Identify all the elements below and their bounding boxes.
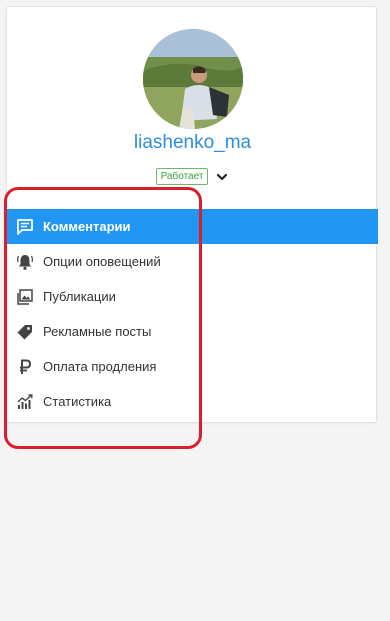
profile-card: liashenko_ma Работает Комментарии Опции … bbox=[6, 6, 378, 423]
bell-icon bbox=[16, 253, 34, 271]
avatar[interactable] bbox=[143, 29, 243, 129]
menu-item-label: Публикации bbox=[43, 289, 116, 304]
sidebar-menu: Комментарии Опции оповещений Публикации … bbox=[7, 209, 378, 419]
comment-icon bbox=[16, 218, 34, 236]
menu-item-label: Опции оповещений bbox=[43, 254, 161, 269]
status-badge: Работает bbox=[155, 168, 209, 185]
username[interactable]: liashenko_ma bbox=[7, 132, 378, 154]
images-icon bbox=[16, 288, 34, 306]
chart-icon bbox=[16, 393, 34, 411]
status-row: Работает bbox=[7, 168, 378, 185]
menu-item-renewal-payment[interactable]: Оплата продления bbox=[7, 349, 378, 384]
menu-item-comments[interactable]: Комментарии bbox=[7, 209, 378, 244]
menu-item-label: Рекламные посты bbox=[43, 324, 152, 339]
menu-item-statistics[interactable]: Статистика bbox=[7, 384, 378, 419]
ruble-icon bbox=[16, 358, 34, 376]
chevron-down-icon[interactable] bbox=[215, 170, 229, 184]
menu-item-publications[interactable]: Публикации bbox=[7, 279, 378, 314]
menu-item-label: Комментарии bbox=[43, 219, 131, 234]
menu-item-ad-posts[interactable]: Рекламные посты bbox=[7, 314, 378, 349]
menu-item-notification-options[interactable]: Опции оповещений bbox=[7, 244, 378, 279]
menu-item-label: Статистика bbox=[43, 394, 112, 409]
tag-icon bbox=[16, 323, 34, 341]
menu-item-label: Оплата продления bbox=[43, 359, 157, 374]
